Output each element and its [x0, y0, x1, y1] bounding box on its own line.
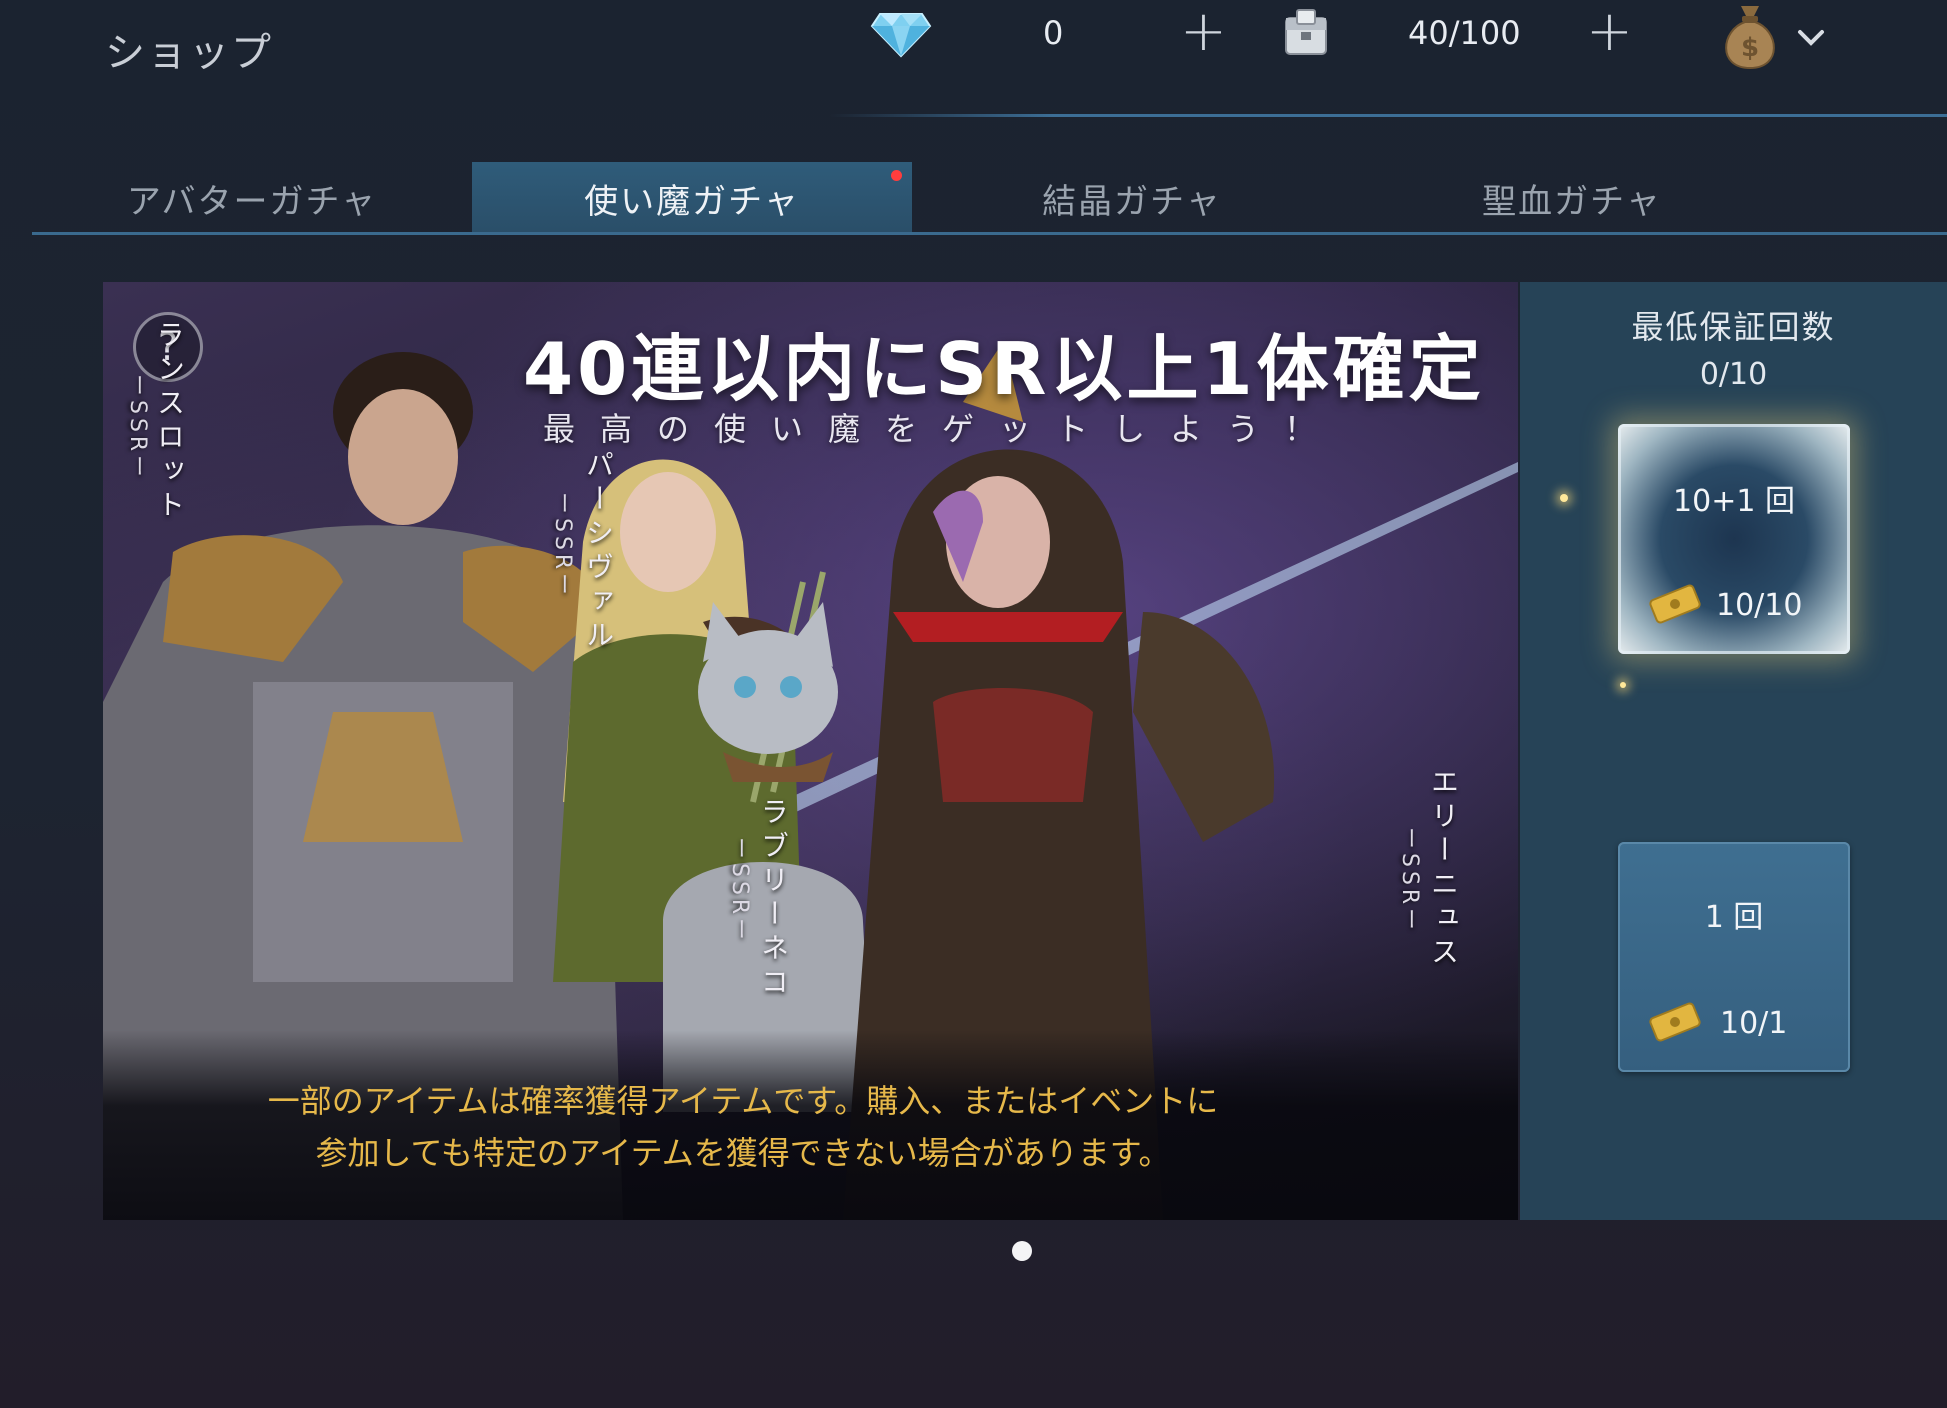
- ticket-icon: [1649, 1002, 1701, 1042]
- add-gems-button[interactable]: +: [1180, 4, 1227, 60]
- notice-text: 一部のアイテムは確率獲得アイテムです。購入、またはイベントに 参加しても特定のア…: [243, 1075, 1243, 1179]
- pull-label: 10+1 回: [1673, 484, 1795, 519]
- notification-dot: [891, 170, 902, 181]
- page-title: ショップ: [105, 30, 273, 76]
- header-divider: [830, 114, 1947, 117]
- sparkle-effect: [1620, 682, 1626, 688]
- character-rank: ーSSRー: [125, 374, 150, 482]
- notice-line: 一部のアイテムは確率獲得アイテムです。購入、またはイベントに: [267, 1082, 1219, 1120]
- top-bar: ショップ 0 + 40/100 + $: [0, 0, 1947, 117]
- gem-icon: [870, 13, 932, 58]
- tab-familiar-gacha[interactable]: 使い魔ガチャ: [472, 162, 912, 234]
- banner-subline: 最高の使い魔をゲットしよう！: [543, 410, 1342, 448]
- tab-holy-blood-gacha[interactable]: 聖血ガチャ: [1352, 162, 1792, 234]
- banner-headline: 40連以内にSR以上1体確定: [523, 327, 1485, 411]
- pull-10-plus-1-button[interactable]: 10+1 回 10/10: [1618, 424, 1850, 654]
- probability-notice: 一部のアイテムは確率獲得アイテムです。購入、またはイベントに 参加しても特定のア…: [103, 1030, 1518, 1220]
- character-rank: ーSSRー: [1397, 827, 1422, 935]
- tab-avatar-gacha[interactable]: アバターガチャ: [32, 162, 472, 234]
- character-rank: ーSSRー: [727, 837, 752, 945]
- character-rank: ーSSRー: [550, 492, 575, 600]
- pull-label: 1 回: [1704, 900, 1764, 935]
- tab-bar: アバターガチャ 使い魔ガチャ 結晶ガチャ 聖血ガチャ: [32, 162, 1947, 236]
- tab-label: 聖血ガチャ: [1482, 181, 1662, 222]
- character-name: エリーニュス: [1427, 767, 1460, 971]
- guarantee-title: 最低保証回数: [1631, 308, 1836, 346]
- tabs-divider: [32, 232, 1947, 235]
- gacha-banner[interactable]: ? ランスロット ーSSRー パーシヴァル ーSSRー ラブリーネコ ーSSRー…: [103, 282, 1518, 1220]
- add-storage-button[interactable]: +: [1586, 4, 1633, 60]
- money-bag-icon[interactable]: $: [1715, 0, 1785, 72]
- tab-label: 結晶ガチャ: [1042, 181, 1222, 222]
- character-name: ラブリーネコ: [757, 797, 790, 1001]
- pull-1-button[interactable]: 1 回 10/1: [1618, 842, 1850, 1072]
- storage-box-icon: [1285, 9, 1327, 55]
- svg-text:$: $: [1741, 33, 1759, 63]
- sparkle-effect: [1560, 494, 1568, 502]
- storage-count: 40/100: [1408, 14, 1521, 52]
- notice-line: 参加しても特定のアイテムを獲得できない場合があります。: [315, 1134, 1171, 1172]
- gacha-side-panel: 最低保証回数 0/10 10+1 回 10/10 1 回 10/1: [1520, 282, 1947, 1220]
- tab-label: 使い魔ガチャ: [584, 181, 800, 222]
- tab-crystal-gacha[interactable]: 結晶ガチャ: [912, 162, 1352, 234]
- character-name: パーシヴァル: [582, 450, 615, 654]
- ticket-icon: [1649, 584, 1701, 624]
- character-name: ランスロット: [153, 320, 186, 524]
- guarantee-count: 0/10: [1699, 357, 1768, 392]
- gem-count: 0: [1043, 14, 1064, 52]
- page-indicator-dot[interactable]: [1012, 1241, 1032, 1261]
- pull-cost: 10/10: [1716, 588, 1803, 623]
- chevron-down-icon[interactable]: [1796, 28, 1826, 48]
- tab-label: アバターガチャ: [126, 181, 378, 222]
- pull-cost: 10/1: [1720, 1006, 1788, 1041]
